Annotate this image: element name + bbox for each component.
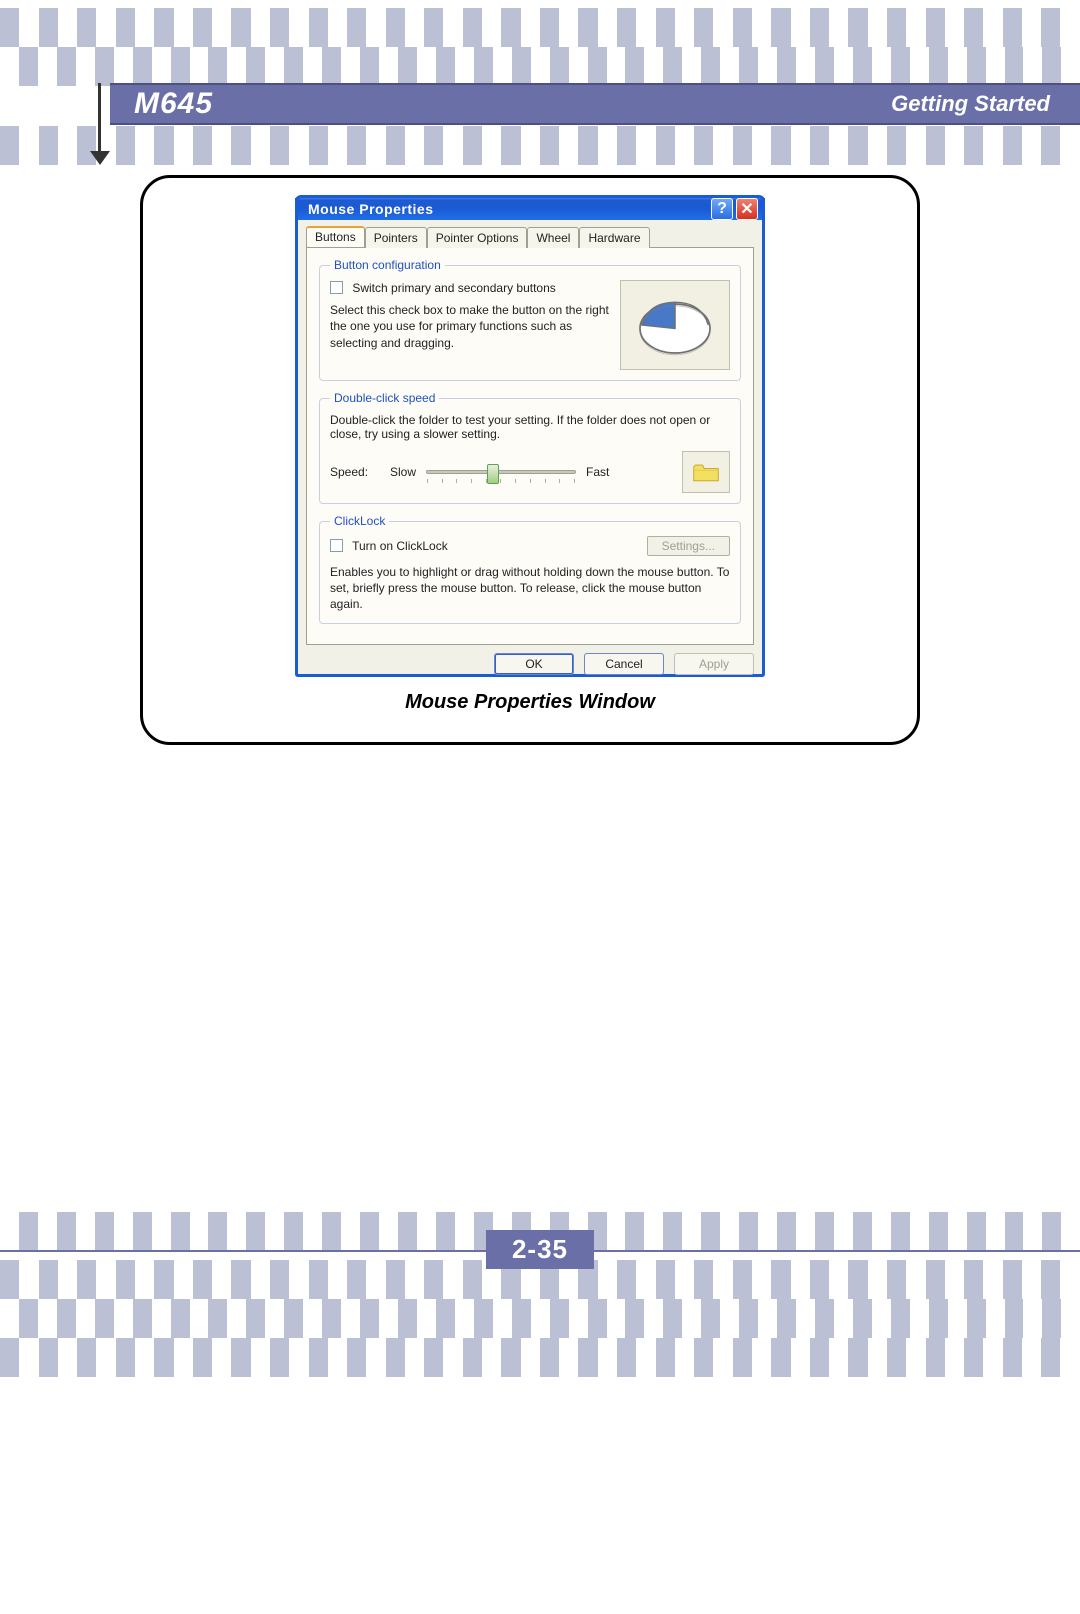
fast-label: Fast [586, 465, 609, 479]
tab-panel: Button configuration Switch primary and … [306, 247, 754, 645]
tab-pointer-options[interactable]: Pointer Options [427, 227, 528, 248]
header-tick [98, 83, 110, 125]
ok-button[interactable]: OK [494, 653, 574, 675]
button-configuration-group: Button configuration Switch primary and … [319, 258, 741, 381]
header-arrow-line [98, 125, 101, 151]
click-lock-legend: ClickLock [330, 514, 389, 528]
settings-button: Settings... [647, 536, 730, 556]
speed-label: Speed: [330, 465, 380, 479]
checkbox-icon[interactable] [330, 539, 343, 552]
page-number: 2-35 [486, 1230, 594, 1269]
slow-label: Slow [390, 465, 416, 479]
tab-buttons[interactable]: Buttons [306, 226, 365, 247]
mouse-properties-window: Mouse Properties ? ✕ Buttons Pointers Po… [295, 198, 765, 677]
mouse-preview [620, 280, 730, 370]
dialog-buttons: OK Cancel Apply [298, 653, 762, 685]
mouse-icon [630, 290, 720, 360]
figure-caption: Mouse Properties Window [223, 691, 837, 714]
page-header: M645 Getting Started [110, 83, 1080, 125]
speed-slider[interactable] [426, 470, 576, 474]
decorative-checker: for(let i=0;i<28;i++)document.write('<di… [0, 126, 1080, 165]
tab-pointers[interactable]: Pointers [365, 227, 427, 248]
double-click-speed-group: Double-click speed Double-click the fold… [319, 391, 741, 504]
double-click-legend: Double-click speed [330, 391, 439, 405]
down-arrow-icon [90, 151, 110, 165]
checkbox-icon[interactable] [330, 281, 343, 294]
switch-buttons-label: Switch primary and secondary buttons [352, 281, 555, 295]
folder-icon [692, 461, 720, 483]
click-lock-description: Enables you to highlight or drag without… [330, 564, 730, 613]
tab-hardware[interactable]: Hardware [579, 227, 649, 248]
window-title: Mouse Properties [308, 201, 708, 217]
help-icon[interactable]: ? [711, 198, 733, 220]
section-label: Getting Started [891, 91, 1050, 117]
titlebar[interactable]: Mouse Properties ? ✕ [295, 195, 765, 220]
click-lock-group: ClickLock Turn on ClickLock Settings... … [319, 514, 741, 624]
double-click-description: Double-click the folder to test your set… [330, 413, 730, 441]
cancel-button[interactable]: Cancel [584, 653, 664, 675]
figure-frame: Mouse Properties ? ✕ Buttons Pointers Po… [140, 175, 920, 745]
click-lock-label: Turn on ClickLock [352, 539, 448, 553]
close-icon[interactable]: ✕ [736, 198, 758, 220]
folder-test-area[interactable] [682, 451, 730, 493]
click-lock-checkbox[interactable]: Turn on ClickLock [330, 539, 448, 553]
button-config-legend: Button configuration [330, 258, 445, 272]
model-label: M645 [134, 87, 213, 121]
button-config-description: Select this check box to make the button… [330, 302, 610, 351]
tab-strip: Buttons Pointers Pointer Options Wheel H… [298, 220, 762, 247]
tab-wheel[interactable]: Wheel [527, 227, 579, 248]
switch-buttons-checkbox[interactable]: Switch primary and secondary buttons [330, 280, 610, 296]
apply-button: Apply [674, 653, 754, 675]
